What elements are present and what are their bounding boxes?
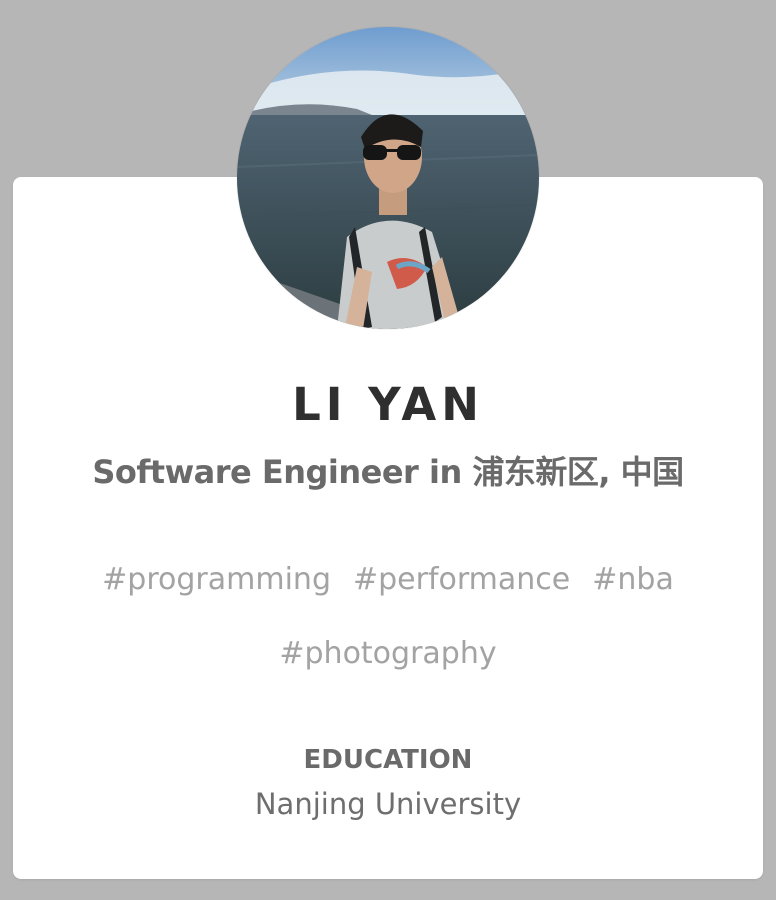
education-label: EDUCATION: [303, 745, 473, 775]
tags-row: #photography: [90, 632, 686, 706]
tag-programming[interactable]: #programming: [102, 558, 331, 602]
profile-headline: Software Engineer in 浦东新区, 中国: [92, 453, 684, 491]
education-value: Nanjing University: [254, 787, 522, 821]
profile-photo-icon: [237, 27, 539, 329]
interest-tags: #programming #performance #nba #photograph…: [90, 558, 686, 706]
tag-performance[interactable]: #performance: [353, 558, 570, 602]
profile-name: LI YAN: [292, 378, 484, 431]
tags-row: #programming #performance #nba: [90, 558, 686, 632]
tag-nba[interactable]: #nba: [592, 558, 674, 602]
tag-photography[interactable]: #photography: [279, 632, 496, 676]
profile-avatar[interactable]: [237, 27, 539, 329]
